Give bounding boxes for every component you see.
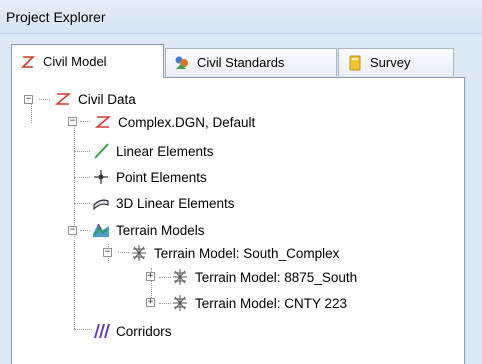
- tree-node-label: Terrain Model: South_Complex: [154, 245, 340, 261]
- tree-node-3d-linear-elements[interactable]: 3D Linear Elements: [92, 192, 235, 214]
- tree-node-label: Complex.DGN, Default: [118, 114, 256, 130]
- tree-node-label: 3D Linear Elements: [116, 195, 235, 211]
- tree-node-linear-elements[interactable]: Linear Elements: [92, 140, 214, 162]
- tree-connector: [31, 103, 32, 123]
- civil-standards-icon: [175, 56, 188, 69]
- tree-connector: [80, 230, 90, 231]
- survey-icon: [349, 55, 361, 70]
- tree-node-label: Terrain Model: CNTY 223: [195, 295, 348, 311]
- terrain-model-mesh-icon: [173, 269, 187, 285]
- tab-label: Survey: [370, 55, 411, 70]
- tree-node-corridors[interactable]: Corridors: [92, 320, 172, 342]
- tab-civil-standards[interactable]: Civil Standards: [165, 48, 337, 76]
- cnty-223-expander[interactable]: +: [146, 298, 155, 307]
- point-element-icon: [94, 170, 108, 184]
- linear-element-icon: [94, 143, 109, 159]
- terrain-models-icon: [93, 223, 109, 237]
- terrain-model-mesh-icon: [173, 295, 187, 311]
- title-bar: Project Explorer: [0, 0, 482, 34]
- tab-civil-model[interactable]: Civil Model: [11, 44, 164, 78]
- tree-node-label: Point Elements: [116, 169, 207, 185]
- tree-view[interactable]: − Civil Data − Complex.DGN, Default Line…: [11, 77, 465, 364]
- window-title: Project Explorer: [6, 9, 106, 25]
- tree-connector: [39, 99, 50, 100]
- tree-connector: [159, 303, 171, 304]
- tree-node-terrain-model-8875-south[interactable]: Terrain Model: 8875_South: [171, 266, 357, 288]
- tab-survey[interactable]: Survey: [338, 48, 454, 76]
- tree-node-point-elements[interactable]: Point Elements: [92, 166, 207, 188]
- tree-connector: [74, 203, 90, 204]
- corridors-icon: [94, 323, 110, 339]
- tree-node-label: Terrain Models: [116, 222, 205, 238]
- tree-node-terrain-model-south-complex[interactable]: Terrain Model: South_Complex: [130, 242, 339, 264]
- tree-connector: [74, 151, 90, 152]
- civil-data-expander[interactable]: −: [24, 95, 33, 104]
- tree-node-label: Civil Data: [78, 91, 136, 107]
- project-explorer-panel: Project Explorer Civil Model Civil Stand…: [0, 0, 482, 364]
- tree-node-label: Linear Elements: [116, 143, 214, 159]
- tree-node-label: Corridors: [116, 323, 172, 339]
- civil-model-z-icon: [21, 55, 35, 68]
- terrain-models-expander[interactable]: −: [68, 226, 77, 235]
- 8875-south-expander[interactable]: +: [146, 272, 155, 281]
- civil-z-icon: [54, 93, 72, 105]
- 3d-linear-element-icon: [93, 199, 109, 211]
- tree-connector: [80, 121, 90, 122]
- tree-node-terrain-model-cnty-223[interactable]: Terrain Model: CNTY 223: [171, 292, 347, 314]
- complex-dgn-expander[interactable]: −: [68, 117, 77, 126]
- tree-node-civil-data[interactable]: Civil Data: [54, 88, 136, 110]
- civil-z-icon: [94, 116, 112, 128]
- tree-connector: [118, 252, 129, 253]
- south-complex-expander[interactable]: −: [103, 248, 112, 257]
- tree-node-complex-dgn[interactable]: Complex.DGN, Default: [94, 111, 255, 133]
- tree-connector: [74, 329, 92, 330]
- tree-node-terrain-models[interactable]: Terrain Models: [92, 219, 205, 241]
- tree-node-label: Terrain Model: 8875_South: [195, 269, 358, 285]
- tab-label: Civil Model: [43, 54, 107, 69]
- tab-label: Civil Standards: [197, 55, 285, 70]
- terrain-model-mesh-icon: [132, 245, 146, 261]
- tree-connector: [74, 177, 90, 178]
- tree-connector: [159, 277, 171, 278]
